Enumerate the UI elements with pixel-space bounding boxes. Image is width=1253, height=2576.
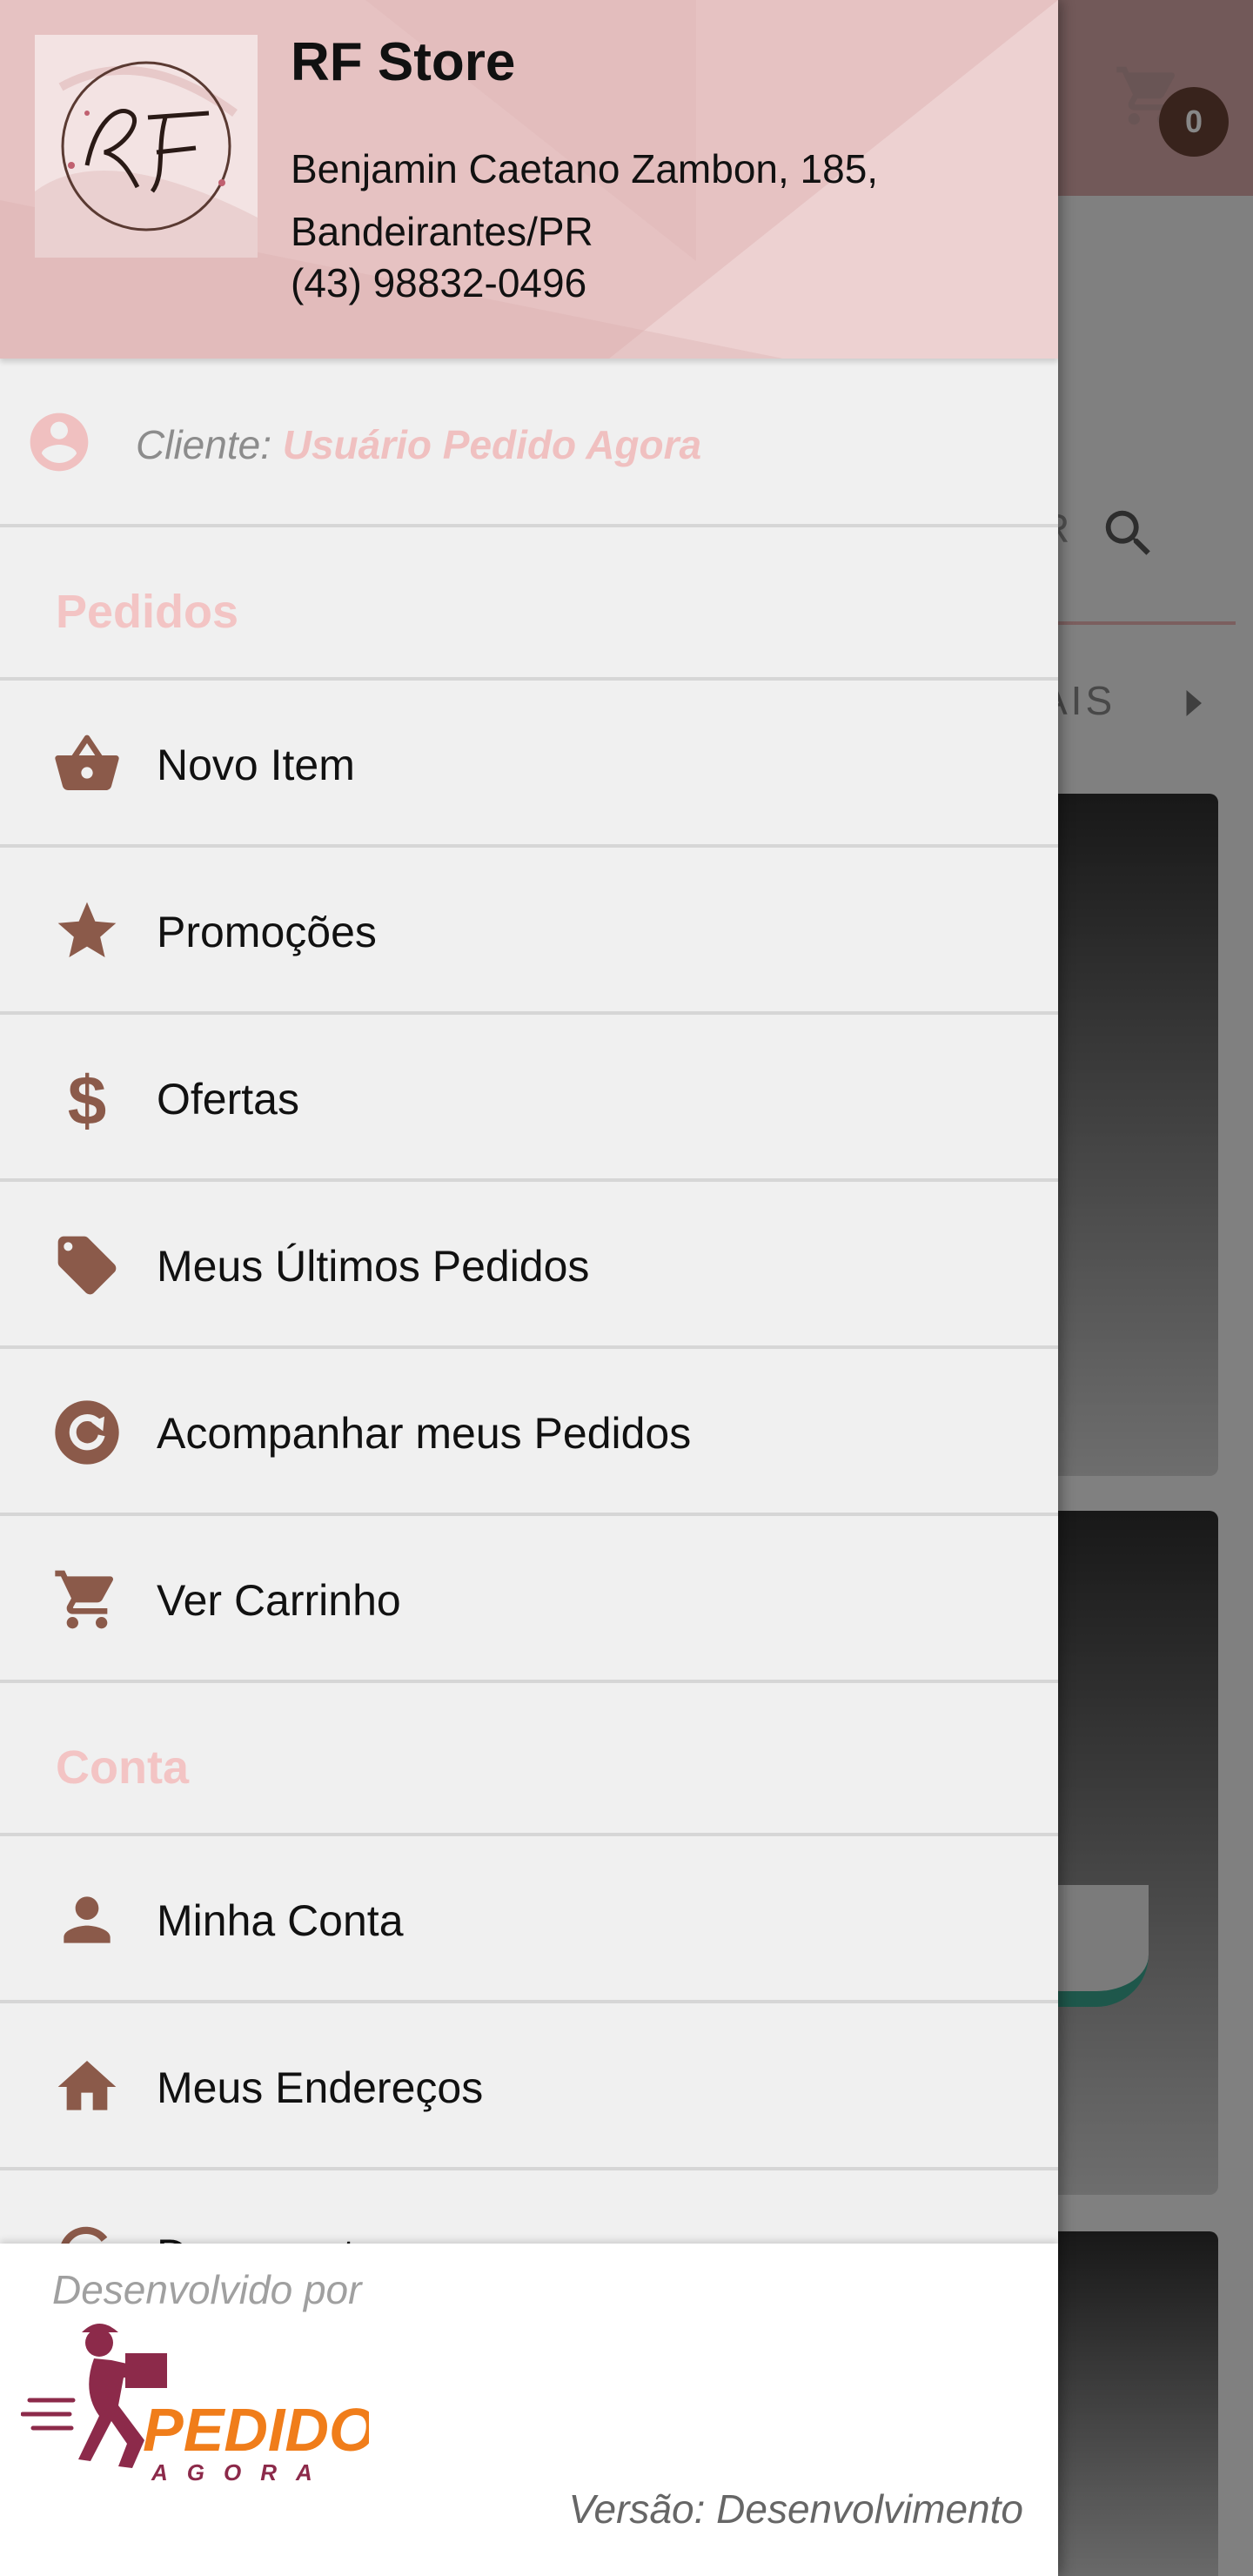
section-title-text: Conta [56,1741,189,1794]
pedido-agora-logo[interactable]: PEDIDO AGORA [21,2313,369,2487]
home-icon [52,2052,122,2122]
menu-item-label: Acompanhar meus Pedidos [157,1409,692,1458]
app-version: Versão: Desenvolvimento [568,2486,1023,2532]
section-title-text: Pedidos [56,586,239,638]
dollar-icon: $ [52,1063,122,1133]
brand-top-text: PEDIDO [143,2396,369,2464]
svg-text:$: $ [68,1063,107,1133]
menu-item-label: Meus Endereços [157,2063,484,2112]
section-title-conta: Conta [0,1683,1058,1836]
menu-item-label: Promoções [157,908,377,956]
menu-item-acompanhar-pedidos[interactable]: Acompanhar meus Pedidos [0,1349,1058,1516]
client-info[interactable]: Cliente: Usuário Pedido Agora [0,359,1058,527]
menu-item-novo-item[interactable]: Novo Item [0,681,1058,848]
store-phone[interactable]: (43) 98832-0496 [291,259,586,306]
store-address: Benjamin Caetano Zambon, 185, Bandeirant… [291,146,879,254]
client-label: Cliente: [136,422,271,467]
person-icon [52,1885,122,1955]
navigation-drawer: RF Store Benjamin Caetano Zambon, 185, B… [0,0,1058,2576]
menu-item-label: Ofertas [157,1075,299,1124]
menu-item-label: Novo Item [157,741,355,789]
menu-item-label: Minha Conta [157,1896,404,1945]
tags-icon [52,1231,122,1300]
menu-item-ofertas[interactable]: $ Ofertas [0,1015,1058,1182]
developed-by-label: Desenvolvido por [52,2267,362,2312]
brand-bottom-text: AGORA [151,2459,332,2485]
basket-icon [52,729,122,799]
client-label-line: Cliente: Usuário Pedido Agora [136,421,701,468]
menu-item-ver-carrinho[interactable]: Ver Carrinho [0,1516,1058,1683]
menu-item-meus-enderecos[interactable]: Meus Endereços [0,2003,1058,2170]
store-name: RF Store [291,32,516,92]
menu-item-label: Ver Carrinho [157,1576,401,1625]
menu-item-meus-ultimos-pedidos[interactable]: Meus Últimos Pedidos [0,1182,1058,1349]
client-name: Usuário Pedido Agora [282,422,702,467]
menu-item-promocoes[interactable]: Promoções [0,848,1058,1015]
cart-icon [52,1565,122,1634]
menu-item-minha-conta[interactable]: Minha Conta [0,1836,1058,2003]
account-circle-icon [24,407,94,477]
menu-item-label: Meus Últimos Pedidos [157,1242,590,1291]
drawer-header: RF Store Benjamin Caetano Zambon, 185, B… [0,0,1058,359]
refresh-icon [52,1398,122,1467]
drawer-footer: Desenvolvido por PEDIDO AGORA Versão: De… [0,2244,1058,2576]
section-title-pedidos: Pedidos [0,527,1058,681]
store-logo [35,35,258,258]
star-icon [52,896,122,966]
